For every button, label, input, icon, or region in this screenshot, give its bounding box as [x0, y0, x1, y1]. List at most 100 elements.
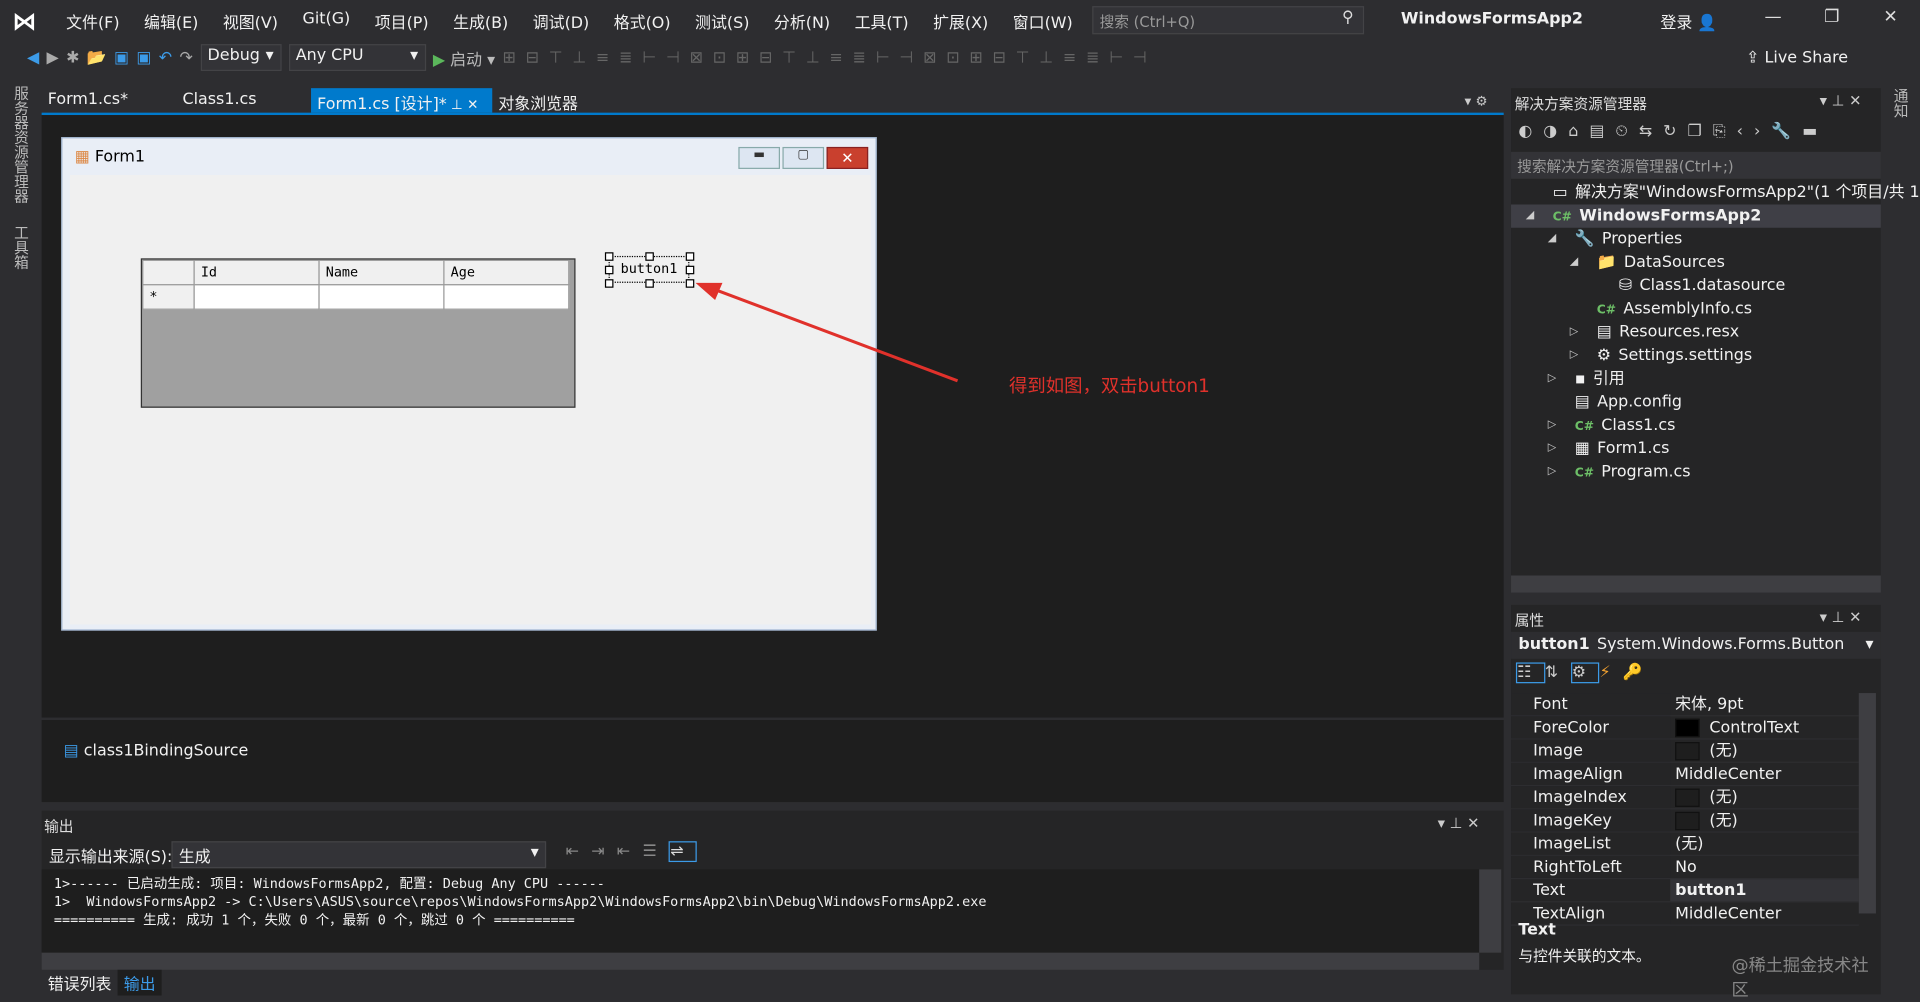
platform-dropdown[interactable]: Any CPU ▾: [288, 44, 426, 72]
property-row[interactable]: ImageAlign MiddleCenter: [1511, 762, 1859, 787]
tree-item[interactable]: ▷ ▪ 引用: [1511, 367, 1881, 390]
config-dropdown[interactable]: Debug ▾: [200, 44, 282, 72]
menu-item[interactable]: 文件(F): [54, 9, 132, 32]
solution-search-input[interactable]: 搜索解决方案资源管理器(Ctrl+;): [1511, 151, 1881, 179]
tree-item[interactable]: ▷ ▤ Resources.resx: [1511, 321, 1881, 344]
tab-2[interactable]: Form1.cs [设计]* ⊥ ✕: [311, 88, 493, 114]
tree-item[interactable]: ▷ ⚙ Settings.settings: [1511, 344, 1881, 367]
login-button[interactable]: 登录 👤: [1660, 10, 1717, 33]
menu-item[interactable]: 项目(P): [362, 9, 440, 32]
resize-handle[interactable]: [604, 252, 614, 261]
data-grid-view[interactable]: Id Name Age *: [140, 258, 576, 408]
close-icon[interactable]: ⊥ ✕: [447, 97, 478, 113]
expander-icon[interactable]: ▷: [1548, 437, 1556, 460]
property-row[interactable]: ⊞Font宋体, 9pt: [1511, 693, 1859, 717]
panel-controls[interactable]: ▾ ⊥ ✕: [1820, 92, 1862, 109]
solution-explorer-toolbar[interactable]: ◐◑⌂▤⏲⇆↻❐⎘‹›🔧▬: [1518, 122, 1828, 140]
tree-item[interactable]: C# AssemblyInfo.cs: [1511, 298, 1881, 321]
property-value[interactable]: MiddleCenter: [1670, 902, 1841, 924]
expander-icon[interactable]: ◢: [1570, 251, 1578, 274]
live-share-button[interactable]: ⇪ Live Share: [1746, 49, 1848, 67]
forward-icon[interactable]: ▶: [47, 48, 59, 66]
resize-handle[interactable]: [604, 265, 614, 275]
property-value[interactable]: 宋体, 9pt: [1670, 693, 1841, 715]
grid-cell[interactable]: [443, 284, 570, 310]
output-vscrollbar[interactable]: [1479, 869, 1502, 953]
tree-item[interactable]: ◢ C# WindowsFormsApp2: [1511, 204, 1881, 228]
expander-icon[interactable]: ▷: [1570, 344, 1578, 367]
property-row[interactable]: ForeColor ControlText: [1511, 716, 1859, 740]
tree-item[interactable]: ▷ ▦ Form1.cs: [1511, 437, 1881, 460]
tab-1[interactable]: Class1.cs: [176, 88, 311, 112]
bottom-tab-0[interactable]: 错误列表: [42, 970, 118, 996]
menu-item[interactable]: 测试(S): [683, 9, 762, 32]
property-value[interactable]: (无): [1670, 740, 1841, 762]
bottom-tab-1[interactable]: 输出: [117, 969, 162, 996]
output-text[interactable]: 1>------ 已启动生成: 项目: WindowsFormsApp2, 配置…: [41, 869, 1480, 953]
tree-item[interactable]: ◢ 🔧 Properties: [1511, 228, 1881, 251]
resize-handle[interactable]: [604, 279, 614, 288]
tree-item[interactable]: ▭ 解决方案"WindowsFormsApp2"(1 个项目/共 1: [1511, 181, 1920, 204]
tab-3[interactable]: 对象浏览器: [492, 88, 627, 114]
menu-item[interactable]: 格式(O): [602, 9, 683, 32]
column-header-name[interactable]: Name: [318, 259, 445, 286]
expander-icon[interactable]: ◢: [1526, 204, 1534, 227]
start-button[interactable]: ▶ 启动 ▾: [433, 46, 495, 69]
tab-overflow-icon[interactable]: ▾ ⚙: [1465, 93, 1488, 109]
minimize-button[interactable]: —: [1749, 7, 1798, 27]
redo-icon[interactable]: ↷: [180, 48, 193, 66]
menu-item[interactable]: 扩展(X): [921, 9, 1001, 32]
output-source-dropdown[interactable]: 生成 ▾: [171, 841, 547, 869]
expander-icon[interactable]: ▷: [1570, 321, 1578, 344]
open-icon[interactable]: 📂: [87, 48, 107, 66]
property-row[interactable]: ImageList (无): [1511, 832, 1859, 856]
menu-item[interactable]: 工具(T): [842, 9, 920, 32]
property-value[interactable]: button1: [1670, 879, 1841, 901]
object-selector[interactable]: button1 System.Windows.Forms.Button ▾: [1511, 631, 1881, 659]
binding-source-component[interactable]: ▤ class1BindingSource: [64, 742, 249, 760]
undo-icon[interactable]: ↶: [159, 48, 172, 66]
expander-icon[interactable]: ◢: [1548, 228, 1556, 251]
menu-item[interactable]: Git(G): [290, 9, 362, 32]
menu-item[interactable]: 窗口(W): [1000, 9, 1084, 32]
tree-item[interactable]: ▷ C# Class1.cs: [1511, 414, 1881, 437]
back-icon[interactable]: ◀: [27, 48, 39, 66]
toolbox-tab[interactable]: 工具箱: [12, 225, 29, 269]
search-input[interactable]: 搜索 (Ctrl+Q): [1092, 6, 1365, 35]
property-value[interactable]: MiddleCenter: [1670, 763, 1841, 785]
output-toolbar[interactable]: ⇤⇥⇤☰⇌: [566, 841, 698, 863]
menu-item[interactable]: 编辑(E): [132, 9, 211, 32]
panel-controls[interactable]: ▾ ⊥ ✕: [1820, 609, 1862, 626]
property-row[interactable]: Text button1: [1511, 879, 1859, 903]
tree-item[interactable]: ◢ 📁 DataSources: [1511, 251, 1881, 274]
output-hscrollbar[interactable]: [41, 952, 1480, 970]
tree-item[interactable]: ▤ App.config: [1511, 391, 1881, 414]
menu-item[interactable]: 视图(V): [211, 9, 291, 32]
menu-item[interactable]: 调试(D): [521, 9, 602, 32]
resize-handle[interactable]: [685, 265, 695, 275]
property-row[interactable]: TextAlign MiddleCenter: [1511, 902, 1859, 926]
grid-cell[interactable]: [193, 284, 320, 310]
menu-item[interactable]: 分析(N): [762, 9, 843, 32]
maximize-button[interactable]: ❐: [1807, 7, 1856, 27]
server-explorer-tab[interactable]: 服务器资源管理器: [12, 86, 29, 204]
column-header-id[interactable]: Id: [193, 259, 320, 286]
save-icon[interactable]: ▣: [114, 48, 129, 66]
property-row[interactable]: Image (无): [1511, 739, 1859, 763]
property-row[interactable]: ImageKey (无): [1511, 809, 1859, 833]
property-value[interactable]: (无): [1670, 833, 1841, 855]
resize-handle[interactable]: [645, 279, 654, 288]
expander-icon[interactable]: ▷: [1548, 460, 1556, 483]
property-value[interactable]: ControlText: [1670, 716, 1841, 738]
tree-hscrollbar[interactable]: [1511, 575, 1881, 593]
property-vscrollbar[interactable]: [1858, 693, 1876, 914]
expander-icon[interactable]: ▷: [1548, 414, 1556, 437]
property-row[interactable]: ImageIndex (无): [1511, 786, 1859, 810]
property-value[interactable]: (无): [1670, 809, 1841, 831]
tab-0[interactable]: Form1.cs*: [42, 88, 177, 112]
close-button[interactable]: ✕: [1866, 7, 1915, 27]
menu-item[interactable]: 生成(B): [441, 9, 521, 32]
tree-item[interactable]: ▷ C# Program.cs: [1511, 460, 1881, 483]
property-row[interactable]: RightToLeft No: [1511, 855, 1859, 880]
properties-toolbar[interactable]: ☷⇅⚙⚡🔑: [1515, 662, 1655, 684]
